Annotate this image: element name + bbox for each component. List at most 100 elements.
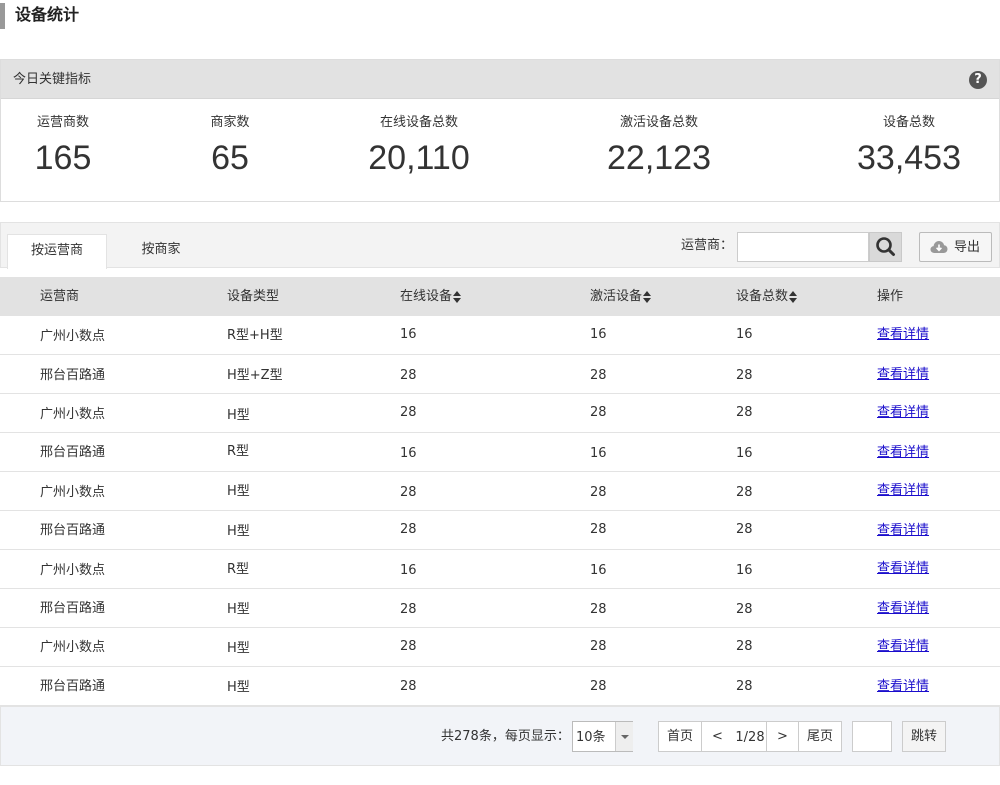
cell-device-type: H型 (227, 641, 250, 656)
tab-bar: 按运营商 按商家 运营商： 导出 (0, 222, 1000, 269)
first-page-button[interactable]: 首页 (658, 721, 702, 752)
view-details-link[interactable]: 查看详情 (877, 445, 929, 461)
cell-total: 28 (736, 602, 753, 617)
cell-activated: 28 (590, 368, 607, 383)
kpi-online-devices: 在线设备总数 20,110 (356, 114, 482, 180)
cell-activated: 28 (590, 679, 607, 694)
view-details-link[interactable]: 查看详情 (877, 483, 929, 499)
jump-page-input[interactable] (852, 721, 892, 752)
kpi-label: 在线设备总数 (379, 115, 458, 130)
table-row: 广州小数点 H型 28 28 28 查看详情 (0, 628, 1000, 667)
cell-total: 28 (736, 368, 753, 383)
kpi-value: 20,110 (368, 139, 470, 177)
export-label: 导出 (954, 240, 981, 255)
operator-filter-label: 运营商： (681, 238, 734, 253)
cell-online: 16 (400, 563, 417, 578)
view-details-link[interactable]: 查看详情 (877, 561, 929, 577)
page-size-select[interactable]: 10条 (572, 721, 633, 752)
view-details-link[interactable]: 查看详情 (877, 405, 929, 421)
cell-device-type: R型+H型 (227, 328, 283, 343)
search-button[interactable] (869, 232, 902, 262)
cell-operator: 广州小数点 (40, 640, 106, 655)
cell-total: 28 (736, 639, 753, 654)
cell-total: 28 (736, 405, 753, 420)
cell-online: 28 (400, 679, 417, 694)
cell-operator: 广州小数点 (40, 563, 106, 578)
tab-by-merchant[interactable]: 按商家 (111, 234, 211, 269)
cell-device-type: R型 (227, 444, 250, 459)
col-activated-sortable[interactable]: 激活设备 (590, 289, 652, 305)
operator-search-input[interactable] (737, 232, 869, 262)
table-row: 广州小数点 R型+H型 16 16 16 查看详情 (0, 316, 1000, 355)
cell-online: 28 (400, 522, 417, 537)
cell-device-type: R型 (227, 562, 250, 577)
kpi-total-devices: 设备总数 33,453 (846, 114, 972, 180)
cell-total: 28 (736, 522, 753, 537)
cell-online: 28 (400, 405, 417, 420)
cell-device-type: H型 (227, 680, 250, 695)
cell-operator: 邢台百路通 (40, 368, 106, 383)
view-details-link[interactable]: 查看详情 (877, 523, 929, 539)
table-row: 广州小数点 H型 28 28 28 查看详情 (0, 394, 1000, 433)
cell-operator: 广州小数点 (40, 485, 106, 500)
tab-by-operator[interactable]: 按运营商 (7, 234, 107, 269)
kpi-panel: 今日关键指标 ? 运营商数 165 商家数 65 在线设备总数 20,110 激… (0, 59, 1000, 202)
view-details-link[interactable]: 查看详情 (877, 639, 929, 655)
cell-activated: 28 (590, 602, 607, 617)
cell-activated: 28 (590, 485, 607, 500)
cell-activated: 16 (590, 327, 607, 342)
cell-total: 16 (736, 446, 753, 461)
pagination-info: 共278条，每页显示： (441, 729, 570, 744)
table-row: 邢台百路通 H型+Z型 28 28 28 查看详情 (0, 355, 1000, 394)
col-total: 设备总数 (736, 289, 789, 304)
cell-online: 16 (400, 327, 417, 342)
kpi-label: 激活设备总数 (619, 115, 698, 130)
view-details-link[interactable]: 查看详情 (877, 367, 929, 383)
kpi-label: 运营商数 (36, 115, 89, 130)
sort-icon (789, 290, 798, 303)
cell-operator: 广州小数点 (40, 329, 106, 344)
sort-icon (453, 290, 462, 303)
view-details-link[interactable]: 查看详情 (877, 679, 929, 695)
cell-total: 16 (736, 563, 753, 578)
page-indicator: 1/28 (733, 721, 767, 752)
view-details-link[interactable]: 查看详情 (877, 327, 929, 343)
kpi-value: 33,453 (857, 139, 961, 177)
cell-device-type: H型 (227, 602, 250, 617)
col-actions: 操作 (877, 289, 904, 304)
cell-total: 28 (736, 679, 753, 694)
kpi-activated-devices: 激活设备总数 22,123 (596, 114, 722, 180)
table-row: 邢台百路通 H型 28 28 28 查看详情 (0, 667, 1000, 706)
col-operator: 运营商 (40, 289, 80, 304)
cell-operator: 邢台百路通 (40, 679, 106, 694)
prev-page-button[interactable]: < (701, 721, 734, 752)
kpi-label: 商家数 (210, 115, 250, 130)
cell-operator: 广州小数点 (40, 407, 106, 422)
view-details-link[interactable]: 查看详情 (877, 601, 929, 617)
col-total-sortable[interactable]: 设备总数 (736, 289, 798, 305)
cell-activated: 28 (590, 522, 607, 537)
next-page-button[interactable]: > (766, 721, 799, 752)
pagination-bar: 共278条，每页显示： 10条 首页 < 1/28 > 尾页 跳转 (0, 706, 1000, 766)
cell-total: 16 (736, 327, 753, 342)
question-circle-icon[interactable]: ? (969, 71, 987, 89)
cell-device-type: H型 (227, 484, 250, 499)
cell-device-type: H型+Z型 (227, 368, 283, 383)
kpi-operators: 运营商数 165 (23, 114, 103, 180)
cell-operator: 邢台百路通 (40, 445, 106, 460)
cell-activated: 16 (590, 446, 607, 461)
col-online-sortable[interactable]: 在线设备 (400, 289, 462, 305)
cell-operator: 邢台百路通 (40, 523, 106, 538)
cell-online: 28 (400, 485, 417, 500)
export-button[interactable]: 导出 (919, 232, 992, 262)
cell-activated: 16 (590, 563, 607, 578)
jump-button[interactable]: 跳转 (902, 721, 946, 752)
chevron-down-icon (615, 722, 633, 751)
cloud-download-icon (930, 241, 948, 253)
page-size-value: 10条 (576, 730, 606, 745)
table-row: 邢台百路通 H型 28 28 28 查看详情 (0, 589, 1000, 628)
sort-icon (643, 290, 652, 303)
cell-activated: 28 (590, 639, 607, 654)
last-page-button[interactable]: 尾页 (798, 721, 842, 752)
search-icon (876, 237, 895, 256)
